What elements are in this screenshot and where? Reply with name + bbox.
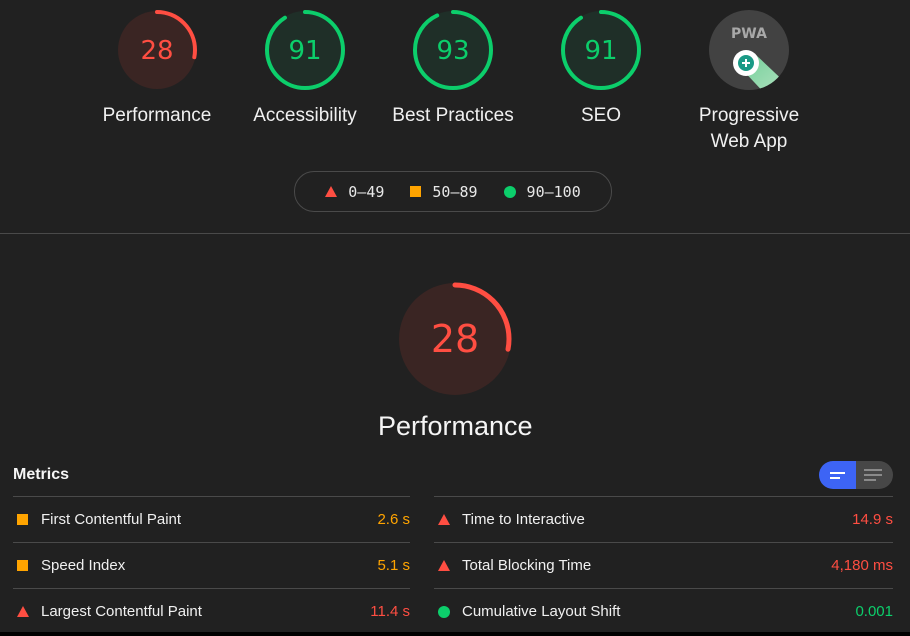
expanded-view-icon[interactable] [856,461,893,489]
viewport-bottom-edge [0,632,910,636]
metric-row: Time to Interactive 14.9 s [434,496,893,542]
gauge-label: Performance [102,105,212,126]
legend-range: 0–49 [348,182,385,201]
metric-value: 11.4 s [370,603,410,620]
rating-icon [13,514,41,525]
performance-title: Performance [378,411,533,441]
gauge-label: SEO [580,105,622,126]
metric-row: First Contentful Paint 2.6 s [13,496,410,542]
legend-range: 90–100 [526,182,581,201]
gauge-label: Progressive Web App [675,103,823,155]
rating-icon [13,560,41,571]
legend-range: 50–89 [432,182,478,201]
gauge-label: Best Practices [392,105,514,126]
legend-pass: 90–100 [503,182,581,201]
gauge-score: 91 [288,36,321,66]
metrics-column-left: First Contentful Paint 2.6 s Speed Index… [13,496,410,634]
compact-view-icon[interactable] [819,461,856,489]
metric-name: Largest Contentful Paint [41,603,202,620]
legend-average: 50–89 [410,182,478,201]
gauge-pwa[interactable]: PWA Progressive Web App [675,8,823,155]
metric-row: Speed Index 5.1 s [13,542,410,588]
performance-gauge-ring: 28 [398,282,512,396]
gauge-ring-best-practices: 93 [413,10,493,90]
legend-fail: 0–49 [325,183,384,201]
rating-icon [434,605,462,618]
gauge-score: 93 [436,36,469,66]
pwa-label-line1: Progressive [698,105,800,126]
metric-value: 4,180 ms [831,557,893,574]
gauge-label: Accessibility [253,105,357,126]
metric-value: 0.001 [855,603,893,620]
category-gauges: 28 Performance 91 Accessibility 93 Best … [0,0,910,160]
metric-name: Time to Interactive [462,511,585,528]
metric-value: 14.9 s [852,511,893,528]
section-divider [0,233,910,234]
rating-icon [434,514,462,525]
gauge-score: 28 [140,36,173,66]
pwa-label-line2: Web App [710,131,788,152]
gauge-ring-seo: 91 [561,10,641,90]
metric-row: Cumulative Layout Shift 0.001 [434,588,893,634]
triangle-icon [325,186,338,197]
performance-score: 28 [431,317,479,361]
triangle-icon [438,514,450,525]
performance-gauge-large: 28 Performance [378,281,533,442]
pwa-badge-icon: PWA [709,10,789,90]
rating-icon [13,606,41,617]
metric-name: Cumulative Layout Shift [462,603,621,620]
square-icon [17,514,28,525]
square-icon [410,186,422,197]
metric-value: 5.1 s [377,557,410,574]
circle-icon [503,185,516,198]
metrics-heading: Metrics [13,466,70,483]
metric-row: Largest Contentful Paint 11.4 s [13,588,410,634]
metric-value: 2.6 s [377,511,410,528]
metrics-view-toggle[interactable] [819,461,893,489]
triangle-icon [438,560,450,571]
gauge-best-practices[interactable]: 93 Best Practices [379,8,527,129]
gauge-performance[interactable]: 28 Performance [83,8,231,129]
metric-name: Speed Index [41,557,126,574]
metric-name: Total Blocking Time [462,557,592,574]
metrics-column-right: Time to Interactive 14.9 s Total Blockin… [434,496,893,634]
gauge-accessibility[interactable]: 91 Accessibility [231,8,379,129]
metric-name: First Contentful Paint [41,511,182,528]
gauge-seo[interactable]: 91 SEO [527,8,675,129]
gauge-score: 91 [584,36,617,66]
square-icon [17,560,28,571]
metric-row: Total Blocking Time 4,180 ms [434,542,893,588]
gauge-ring-accessibility: 91 [265,10,345,90]
svg-text:PWA: PWA [731,26,767,42]
gauge-ring-performance: 28 [117,10,197,90]
score-scale-legend: 0–49 50–89 90–100 [294,171,612,212]
triangle-icon [17,606,29,617]
rating-icon [434,560,462,571]
circle-icon [438,605,450,618]
